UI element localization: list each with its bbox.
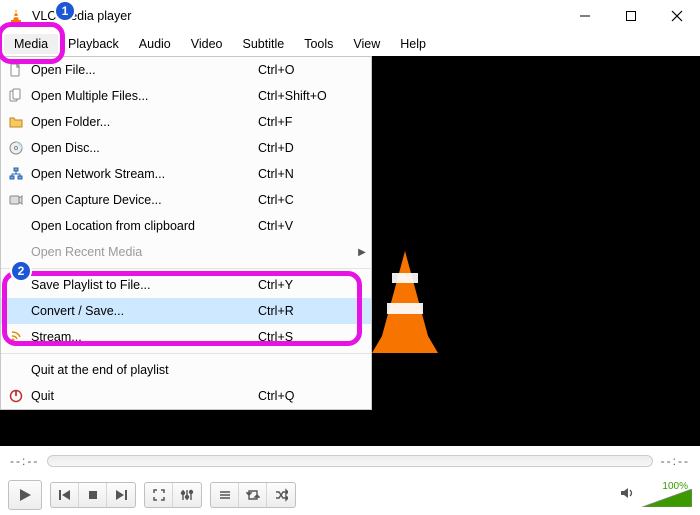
titlebar: VLC media player <box>0 0 700 32</box>
previous-button[interactable] <box>51 483 79 507</box>
menu-item[interactable]: Open Location from clipboardCtrl+V <box>1 213 371 239</box>
menu-item-shortcut: Ctrl+F <box>258 115 353 129</box>
menu-item-label: Convert / Save... <box>31 304 258 318</box>
menu-view[interactable]: View <box>343 34 390 54</box>
time-total: --:-- <box>661 454 690 468</box>
menu-item-shortcut: Ctrl+N <box>258 167 353 181</box>
close-button[interactable] <box>654 0 700 32</box>
maximize-button[interactable] <box>608 0 654 32</box>
view-group <box>144 482 202 508</box>
menu-item[interactable]: Open File...Ctrl+O <box>1 57 371 83</box>
menu-item[interactable]: QuitCtrl+Q <box>1 383 371 409</box>
files-icon <box>1 88 31 104</box>
menu-playback[interactable]: Playback <box>58 34 129 54</box>
menu-item[interactable]: Save Playlist to File...Ctrl+Y <box>1 272 371 298</box>
menu-item-shortcut: Ctrl+Shift+O <box>258 89 353 103</box>
window-title: VLC media player <box>32 9 562 23</box>
quit-icon <box>1 388 31 404</box>
vlc-cone-icon <box>8 8 24 24</box>
extended-settings-button[interactable] <box>173 483 201 507</box>
time-elapsed: --:-- <box>10 454 39 468</box>
minimize-button[interactable] <box>562 0 608 32</box>
capture-icon <box>1 192 31 208</box>
controls-bar: 100% <box>0 476 700 514</box>
menu-item-label: Quit at the end of playlist <box>31 363 258 377</box>
menubar: Media Playback Audio Video Subtitle Tool… <box>0 32 700 56</box>
menu-help[interactable]: Help <box>390 34 436 54</box>
menu-item-label: Open Recent Media <box>31 245 258 259</box>
menu-item[interactable]: Quit at the end of playlist <box>1 357 371 383</box>
seek-row: --:-- --:-- <box>0 450 700 472</box>
stream-icon <box>1 329 31 345</box>
menu-item[interactable]: Open Network Stream...Ctrl+N <box>1 161 371 187</box>
seek-bar[interactable] <box>47 455 652 467</box>
disc-icon <box>1 140 31 156</box>
folder-icon <box>1 114 31 130</box>
speaker-icon[interactable] <box>620 486 636 505</box>
volume-control: 100% <box>620 483 692 507</box>
menu-item-shortcut: Ctrl+R <box>258 304 353 318</box>
menu-item-label: Quit <box>31 389 258 403</box>
menu-item[interactable]: Open Disc...Ctrl+D <box>1 135 371 161</box>
menu-item: Open Recent Media ▶ <box>1 239 371 265</box>
menu-tools[interactable]: Tools <box>294 34 343 54</box>
play-button[interactable] <box>8 480 42 510</box>
playback-group <box>50 482 136 508</box>
menu-item-label: Open Multiple Files... <box>31 89 258 103</box>
media-dropdown-menu: Open File...Ctrl+OOpen Multiple Files...… <box>0 56 372 410</box>
shuffle-button[interactable] <box>267 483 295 507</box>
menu-item-shortcut: Ctrl+C <box>258 193 353 207</box>
menu-item-label: Open Folder... <box>31 115 258 129</box>
fullscreen-button[interactable] <box>145 483 173 507</box>
submenu-arrow-icon: ▶ <box>353 247 371 258</box>
menu-item[interactable]: Open Folder...Ctrl+F <box>1 109 371 135</box>
menu-item[interactable]: Stream...Ctrl+S <box>1 324 371 350</box>
menu-item-label: Open Location from clipboard <box>31 219 258 233</box>
menu-media[interactable]: Media <box>4 34 58 54</box>
menu-item-label: Open Capture Device... <box>31 193 258 207</box>
loop-button[interactable] <box>239 483 267 507</box>
menu-item-shortcut: Ctrl+S <box>258 330 353 344</box>
menu-audio[interactable]: Audio <box>129 34 181 54</box>
menu-item-label: Open Disc... <box>31 141 258 155</box>
stop-button[interactable] <box>79 483 107 507</box>
menu-separator <box>1 268 371 269</box>
window-controls <box>562 0 700 32</box>
playlist-group <box>210 482 296 508</box>
network-icon <box>1 166 31 182</box>
volume-slider[interactable] <box>642 489 692 507</box>
menu-item-shortcut: Ctrl+Q <box>258 389 353 403</box>
menu-item-label: Stream... <box>31 330 258 344</box>
menu-item-label: Open File... <box>31 63 258 77</box>
file-icon <box>1 62 31 78</box>
next-button[interactable] <box>107 483 135 507</box>
menu-item-label: Save Playlist to File... <box>31 278 258 292</box>
menu-item[interactable]: Convert / Save...Ctrl+R <box>1 298 371 324</box>
menu-item[interactable]: Open Capture Device...Ctrl+C <box>1 187 371 213</box>
menu-item-shortcut: Ctrl+O <box>258 63 353 77</box>
menu-item-shortcut: Ctrl+D <box>258 141 353 155</box>
menu-video[interactable]: Video <box>181 34 233 54</box>
menu-subtitle[interactable]: Subtitle <box>233 34 295 54</box>
menu-item-shortcut: Ctrl+Y <box>258 278 353 292</box>
menu-separator <box>1 353 371 354</box>
playlist-button[interactable] <box>211 483 239 507</box>
menu-item-shortcut: Ctrl+V <box>258 219 353 233</box>
menu-item-label: Open Network Stream... <box>31 167 258 181</box>
menu-item[interactable]: Open Multiple Files...Ctrl+Shift+O <box>1 83 371 109</box>
vlc-cone-logo <box>370 251 440 361</box>
